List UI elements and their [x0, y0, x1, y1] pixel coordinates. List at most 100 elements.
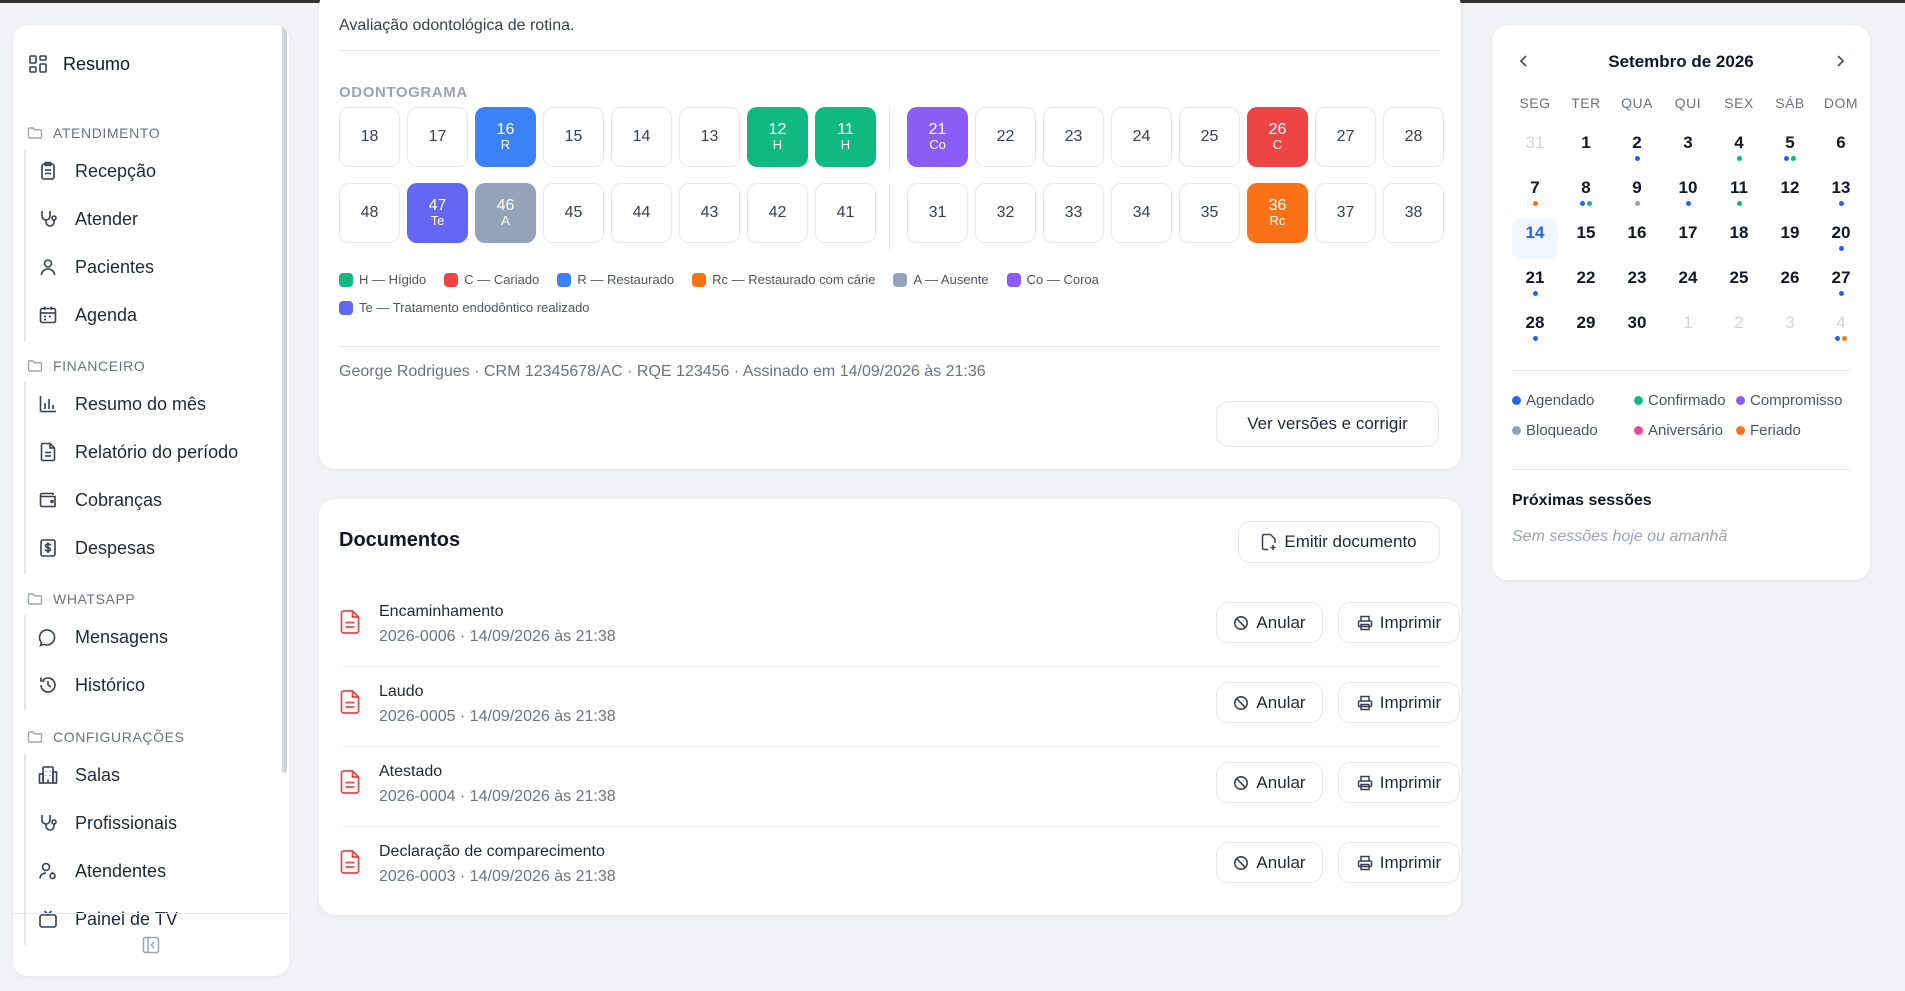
- calendar-day[interactable]: 3: [1767, 309, 1813, 349]
- void-document-button[interactable]: Anular: [1216, 842, 1323, 883]
- calendar-day[interactable]: 25: [1716, 264, 1762, 304]
- chevron-right-icon[interactable]: [1828, 49, 1852, 73]
- tooth-11[interactable]: 11 H: [815, 107, 876, 167]
- calendar-day[interactable]: 10: [1665, 174, 1711, 214]
- calendar-day[interactable]: 2: [1614, 129, 1660, 169]
- tooth-47[interactable]: 47 Te: [407, 183, 468, 243]
- calendar-day[interactable]: 1: [1563, 129, 1609, 169]
- calendar-day[interactable]: 17: [1665, 219, 1711, 259]
- tooth-37[interactable]: 37: [1315, 183, 1376, 243]
- event-dot-agendado: [1784, 156, 1789, 161]
- tooth-14[interactable]: 14: [611, 107, 672, 167]
- calendar-day[interactable]: 8: [1563, 174, 1609, 214]
- tooth-45[interactable]: 45: [543, 183, 604, 243]
- calendar-day[interactable]: 21: [1512, 264, 1558, 304]
- tooth-34[interactable]: 34: [1111, 183, 1172, 243]
- signature-line: George Rodrigues · CRM 12345678/AC · RQE…: [339, 363, 986, 380]
- legend-row: H — Hígido C — Cariado R — Restaurado Rc — …: [339, 272, 1099, 287]
- print-document-button[interactable]: Imprimir: [1338, 842, 1460, 883]
- tooth-24[interactable]: 24: [1111, 107, 1172, 167]
- calendar-day[interactable]: 4: [1818, 309, 1864, 349]
- print-document-button[interactable]: Imprimir: [1338, 762, 1460, 803]
- calendar-day[interactable]: 15: [1563, 219, 1609, 259]
- void-document-button[interactable]: Anular: [1216, 682, 1323, 723]
- calendar-day[interactable]: 3: [1665, 129, 1711, 169]
- print-document-button[interactable]: Imprimir: [1338, 682, 1460, 723]
- sidebar-item-relatorio-do-periodo[interactable]: Relatório do período: [37, 436, 238, 468]
- tooth-16[interactable]: 16 R: [475, 107, 536, 167]
- calendar-day[interactable]: 26: [1767, 264, 1813, 304]
- void-document-button[interactable]: Anular: [1216, 602, 1323, 643]
- tooth-17[interactable]: 17: [407, 107, 468, 167]
- tooth-36[interactable]: 36 Rc: [1247, 183, 1308, 243]
- sidebar-scrollbar[interactable]: [282, 25, 287, 773]
- calendar-day[interactable]: 12: [1767, 174, 1813, 214]
- tooth-42[interactable]: 42: [747, 183, 808, 243]
- sidebar-item-despesas[interactable]: Despesas: [37, 532, 155, 564]
- tooth-43[interactable]: 43: [679, 183, 740, 243]
- calendar-day[interactable]: 19: [1767, 219, 1813, 259]
- sidebar-item-pacientes[interactable]: Pacientes: [37, 251, 154, 283]
- calendar-day[interactable]: 2: [1716, 309, 1762, 349]
- sidebar-section-financeiro: FINANCEIRO: [27, 358, 145, 374]
- calendar-day[interactable]: 13: [1818, 174, 1864, 214]
- sidebar-item-cobrancas[interactable]: Cobranças: [37, 484, 162, 516]
- tooth-13[interactable]: 13: [679, 107, 740, 167]
- sidebar-item-salas[interactable]: Salas: [37, 759, 120, 791]
- sidebar-item-resumo-do-mes[interactable]: Resumo do mês: [37, 388, 206, 420]
- calendar-day[interactable]: 9: [1614, 174, 1660, 214]
- sidebar-item-resumo[interactable]: Resumo: [27, 49, 130, 79]
- calendar-day[interactable]: 23: [1614, 264, 1660, 304]
- calendar-day[interactable]: 30: [1614, 309, 1660, 349]
- calendar-day[interactable]: 1: [1665, 309, 1711, 349]
- tooth-12[interactable]: 12 H: [747, 107, 808, 167]
- tooth-26[interactable]: 26 C: [1247, 107, 1308, 167]
- tooth-15[interactable]: 15: [543, 107, 604, 167]
- tooth-22[interactable]: 22: [975, 107, 1036, 167]
- sidebar-item-agenda[interactable]: Agenda: [37, 299, 137, 331]
- sidebar-item-profissionais[interactable]: Profissionais: [37, 807, 177, 839]
- tooth-32[interactable]: 32: [975, 183, 1036, 243]
- tooth-31[interactable]: 31: [907, 183, 968, 243]
- calendar-day[interactable]: 18: [1716, 219, 1762, 259]
- tooth-48[interactable]: 48: [339, 183, 400, 243]
- tooth-46[interactable]: 46 A: [475, 183, 536, 243]
- calendar-day[interactable]: 22: [1563, 264, 1609, 304]
- tooth-25[interactable]: 25: [1179, 107, 1240, 167]
- sidebar-item-atender[interactable]: Atender: [37, 203, 138, 235]
- tooth-21[interactable]: 21 Co: [907, 107, 968, 167]
- calendar-day[interactable]: 20: [1818, 219, 1864, 259]
- emit-document-button[interactable]: Emitir documento: [1238, 521, 1440, 563]
- tooth-23[interactable]: 23: [1043, 107, 1104, 167]
- tooth-35[interactable]: 35: [1179, 183, 1240, 243]
- void-document-button[interactable]: Anular: [1216, 762, 1323, 803]
- calendar-day[interactable]: 29: [1563, 309, 1609, 349]
- tooth-44[interactable]: 44: [611, 183, 672, 243]
- calendar-day[interactable]: 24: [1665, 264, 1711, 304]
- print-document-button[interactable]: Imprimir: [1338, 602, 1460, 643]
- tooth-33[interactable]: 33: [1043, 183, 1104, 243]
- sidebar-item-recepcao[interactable]: Recepção: [37, 155, 156, 187]
- calendar-day[interactable]: 14: [1512, 219, 1558, 259]
- collapse-sidebar-icon[interactable]: [141, 935, 161, 955]
- calendar-day[interactable]: 4: [1716, 129, 1762, 169]
- calendar-day[interactable]: 11: [1716, 174, 1762, 214]
- legend-dot: [1512, 396, 1521, 405]
- sidebar-item-mensagens[interactable]: Mensagens: [37, 621, 168, 653]
- tooth-41[interactable]: 41: [815, 183, 876, 243]
- tooth-27[interactable]: 27: [1315, 107, 1376, 167]
- calendar-day[interactable]: 31: [1512, 129, 1558, 169]
- calendar-day[interactable]: 7: [1512, 174, 1558, 214]
- sidebar-item-historico[interactable]: Histórico: [37, 669, 145, 701]
- calendar-day[interactable]: 5: [1767, 129, 1813, 169]
- calendar-day[interactable]: 28: [1512, 309, 1558, 349]
- tooth-38[interactable]: 38: [1383, 183, 1444, 243]
- calendar-day[interactable]: 27: [1818, 264, 1864, 304]
- sidebar-item-atendentes[interactable]: Atendentes: [37, 855, 166, 887]
- tooth-18[interactable]: 18: [339, 107, 400, 167]
- calendar-day[interactable]: 16: [1614, 219, 1660, 259]
- tooth-28[interactable]: 28: [1383, 107, 1444, 167]
- view-versions-button[interactable]: Ver versões e corrigir: [1216, 401, 1439, 447]
- ban-icon: [1233, 695, 1249, 711]
- calendar-day[interactable]: 6: [1818, 129, 1864, 169]
